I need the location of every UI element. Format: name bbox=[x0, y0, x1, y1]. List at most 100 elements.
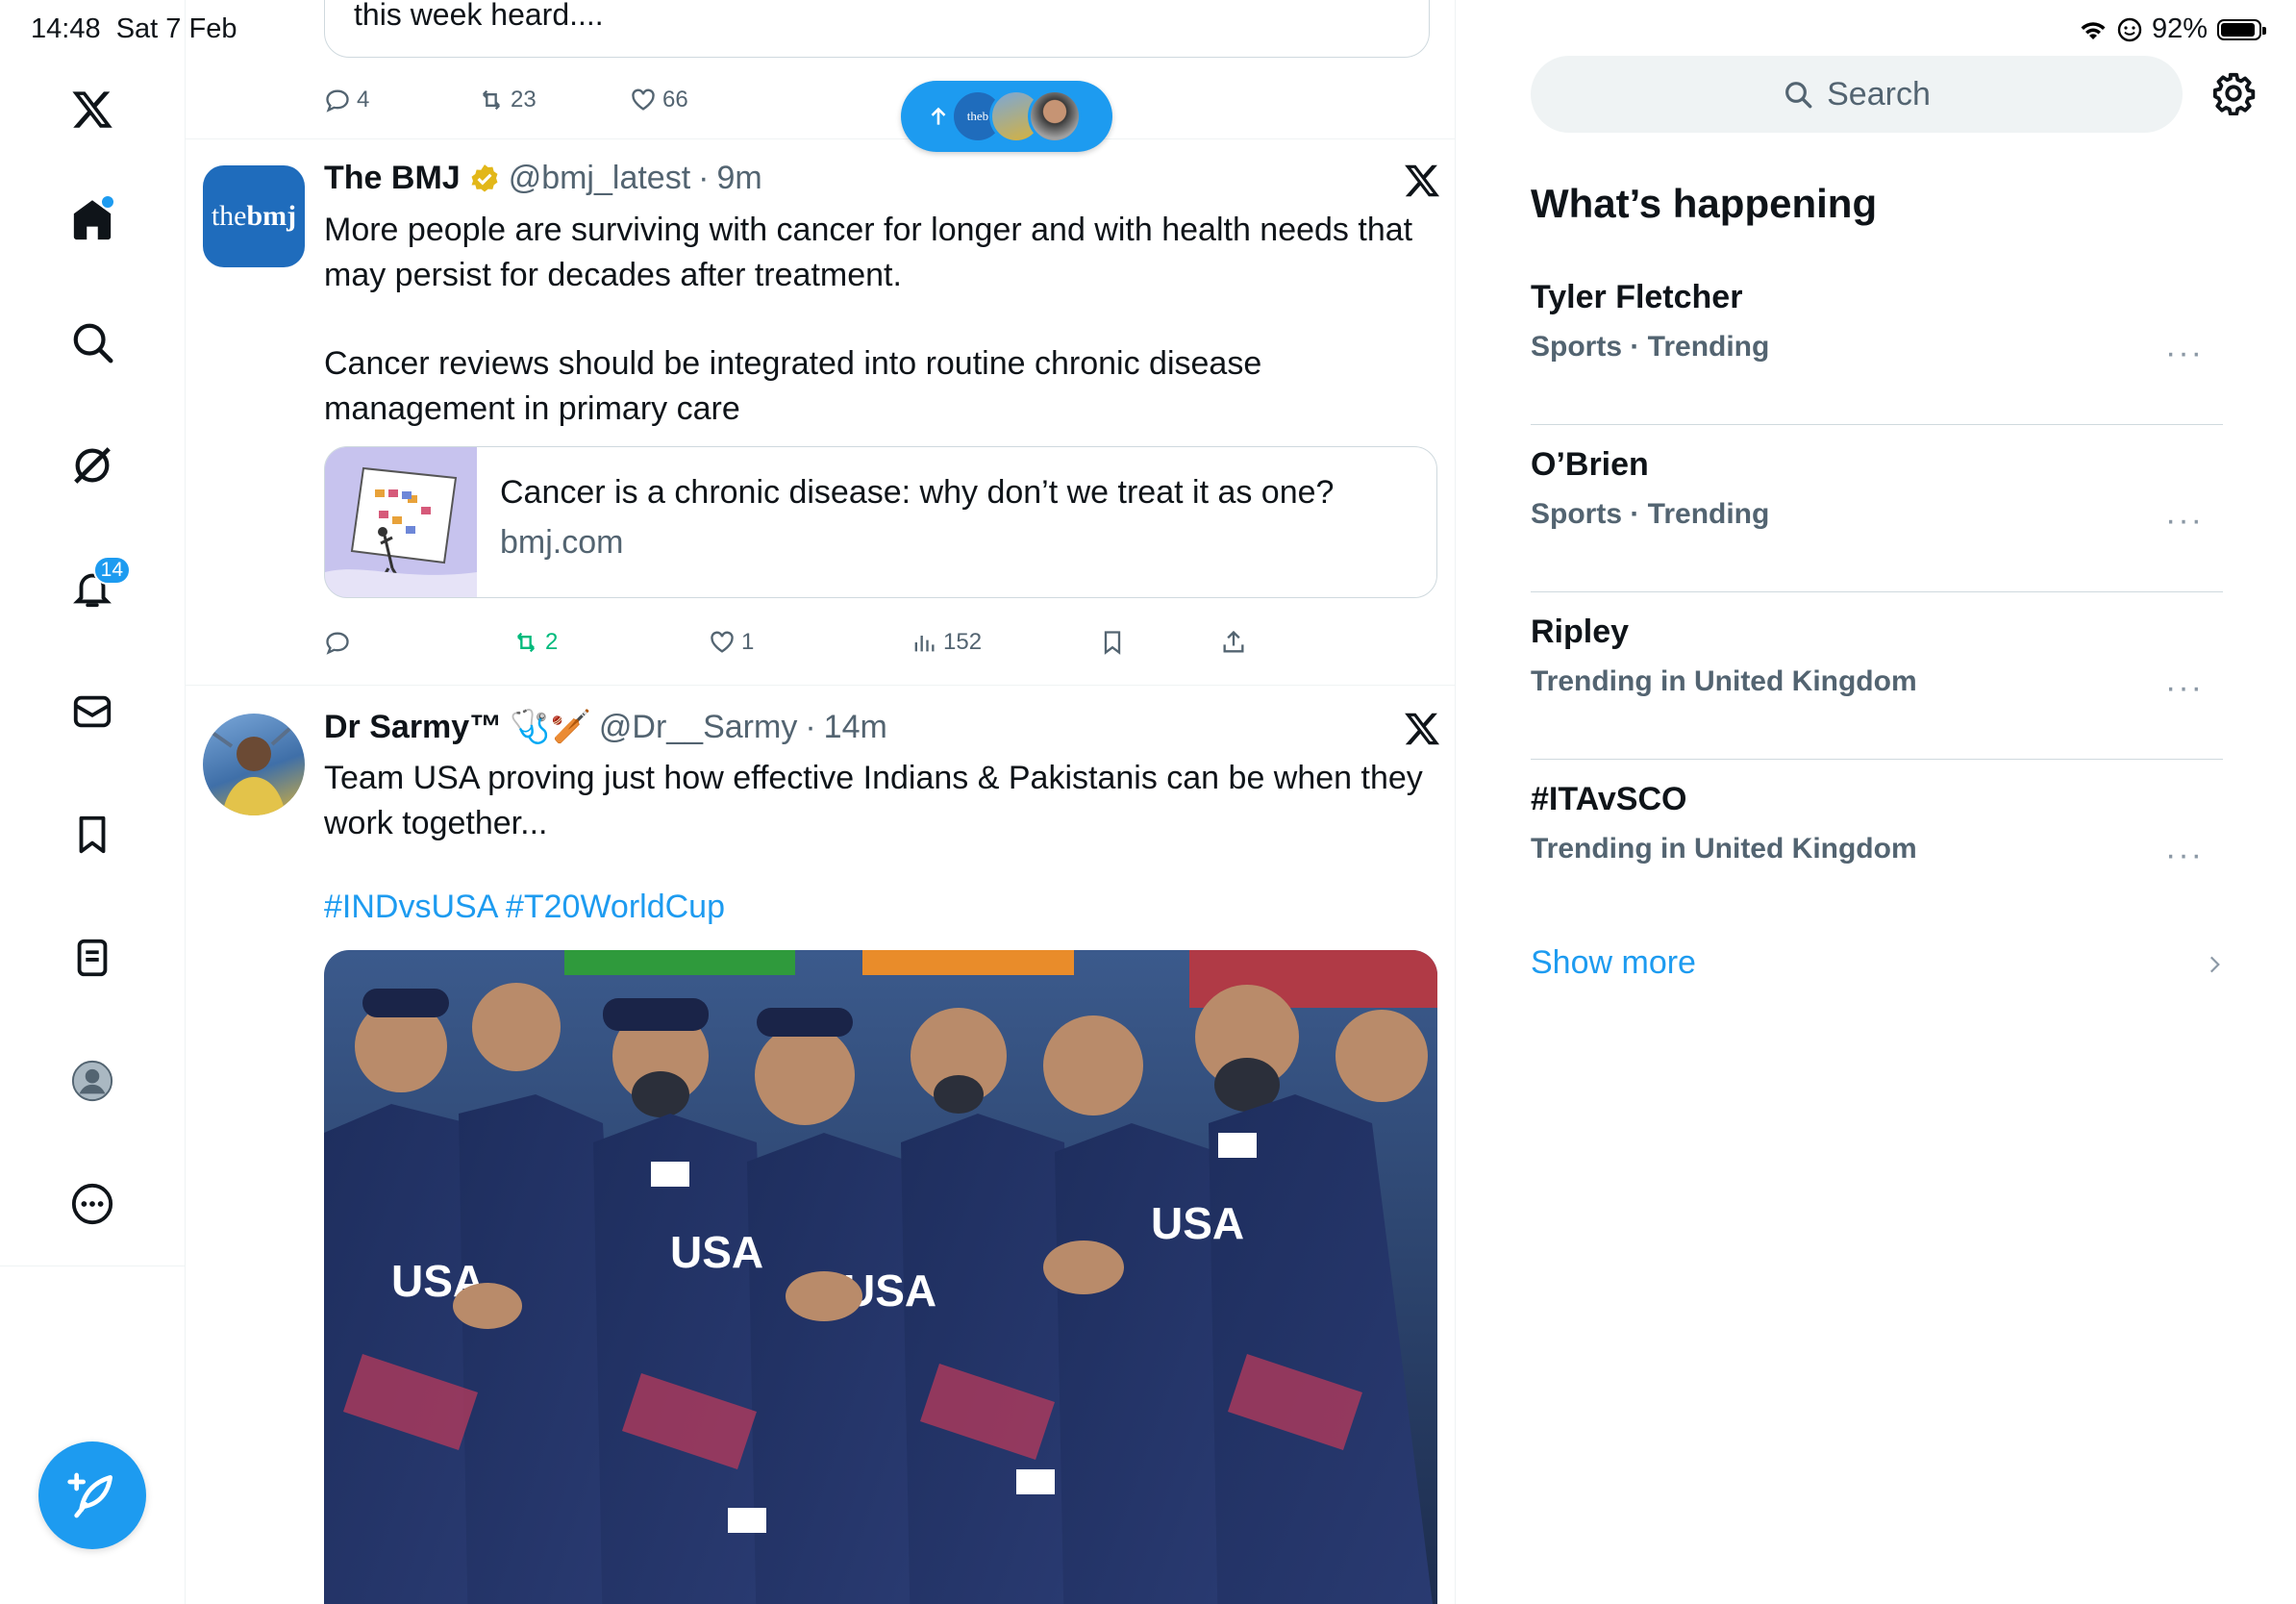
like-button[interactable]: 1 bbox=[709, 629, 754, 656]
trend-item[interactable]: Ripley Trending in United Kingdom ··· bbox=[1531, 592, 2223, 760]
tweet-divider bbox=[186, 138, 1455, 139]
trend-more-icon[interactable]: ··· bbox=[2165, 502, 2204, 539]
link-thumbnail bbox=[325, 447, 477, 597]
focus-smiley-icon bbox=[2117, 17, 2142, 41]
trend-name: Tyler Fletcher bbox=[1531, 279, 1743, 315]
pill-avatar-user bbox=[1028, 89, 1082, 143]
more-options-icon[interactable] bbox=[58, 1169, 127, 1239]
trend-item[interactable]: Tyler Fletcher Sports · Trending ··· bbox=[1531, 258, 2223, 425]
bookmark-button[interactable] bbox=[1099, 629, 1126, 656]
trend-item[interactable]: #ITAvSCO Trending in United Kingdom ··· bbox=[1531, 760, 2223, 904]
link-domain: bmj.com bbox=[500, 524, 624, 561]
views-count: 152 bbox=[943, 629, 983, 655]
battery-percent: 92% bbox=[2151, 13, 2208, 44]
reply-button[interactable] bbox=[324, 629, 357, 656]
dr-sarmy-avatar[interactable] bbox=[203, 714, 305, 815]
tweet-text: More people are surviving with cancer fo… bbox=[324, 208, 1439, 432]
team-photo-illustration: USAUSAUSAUSA bbox=[324, 950, 1437, 1604]
reply-icon bbox=[326, 89, 349, 113]
like-button[interactable]: 66 bbox=[630, 87, 688, 113]
trend-more-icon[interactable]: ··· bbox=[2165, 335, 2204, 372]
bookmark-icon bbox=[1104, 631, 1121, 655]
left-nav: 14 bbox=[0, 0, 186, 1604]
reply-button[interactable]: 4 bbox=[324, 87, 369, 113]
author-name[interactable]: Dr Sarmy™ bbox=[324, 709, 502, 746]
search-icon[interactable] bbox=[58, 308, 127, 377]
tweet-time[interactable]: 9m bbox=[717, 160, 762, 197]
repost-count: 2 bbox=[545, 629, 559, 655]
bmj-avatar[interactable]: the bmj bbox=[203, 165, 305, 267]
trend-item[interactable]: O’Brien Sports · Trending ··· bbox=[1531, 425, 2223, 592]
timeline-feed: this week heard.... 4 23 66 the bmj The B… bbox=[186, 0, 1456, 1604]
calendar-illustration-icon bbox=[325, 447, 477, 597]
chevron-right-icon[interactable] bbox=[2202, 952, 2227, 977]
repost-button[interactable]: 2 bbox=[512, 629, 558, 656]
share-icon bbox=[1223, 630, 1244, 653]
repost-button[interactable]: 23 bbox=[478, 87, 537, 113]
lists-icon[interactable] bbox=[58, 923, 127, 992]
tweet-time[interactable]: 14m bbox=[824, 709, 887, 746]
home-new-dot bbox=[100, 194, 115, 210]
bookmarks-icon[interactable] bbox=[58, 800, 127, 869]
trend-more-icon[interactable]: ··· bbox=[2165, 837, 2204, 874]
views-button[interactable]: 152 bbox=[911, 629, 982, 656]
tweet-header: Dr Sarmy™ 🩺🏏 @Dr__Sarmy · 14m bbox=[324, 708, 887, 746]
compose-button[interactable] bbox=[38, 1441, 146, 1549]
status-indicators: 92% bbox=[2079, 13, 2266, 45]
dot-separator: · bbox=[805, 708, 816, 745]
svg-text:USA: USA bbox=[1151, 1198, 1244, 1248]
tweet-actions: 2 1 152 bbox=[324, 623, 1430, 662]
bmj-avatar-text-light: the bbox=[211, 200, 247, 232]
trend-meta: Trending in United Kingdom bbox=[1531, 665, 1917, 697]
share-button[interactable] bbox=[1220, 629, 1247, 656]
heart-icon bbox=[632, 88, 655, 111]
x-source-icon bbox=[1405, 713, 1440, 745]
reply-icon bbox=[326, 632, 349, 655]
previous-tweet-actions: 4 23 66 bbox=[324, 81, 1430, 119]
like-count: 66 bbox=[662, 87, 688, 113]
notifications-badge: 14 bbox=[92, 556, 131, 585]
trend-more-icon[interactable]: ··· bbox=[2165, 669, 2204, 707]
tweet-paragraph-2: Cancer reviews should be integrated into… bbox=[324, 345, 1262, 427]
x-source-icon bbox=[1405, 164, 1440, 197]
trend-name: O’Brien bbox=[1531, 446, 1649, 483]
tweet-hashtags[interactable]: #INDvsUSA #T20WorldCup bbox=[324, 889, 725, 926]
home-icon[interactable] bbox=[58, 185, 127, 254]
repost-icon bbox=[517, 632, 535, 653]
tweet-media-photo[interactable]: USA USA USA USA bbox=[324, 950, 1437, 1604]
x-logo-icon[interactable] bbox=[58, 75, 127, 144]
reply-count: 4 bbox=[357, 87, 370, 113]
messages-envelope-icon[interactable] bbox=[58, 677, 127, 746]
whats-happening-title: What’s happening bbox=[1531, 181, 1878, 226]
repost-count: 23 bbox=[511, 87, 537, 113]
svg-text:USA: USA bbox=[670, 1227, 763, 1277]
notifications-bell-icon[interactable]: 14 bbox=[58, 554, 131, 623]
heart-icon bbox=[711, 631, 734, 653]
trend-name: #ITAvSCO bbox=[1531, 781, 1687, 817]
previous-tweet-card[interactable]: this week heard.... bbox=[324, 0, 1430, 58]
trend-meta: Sports · Trending bbox=[1531, 498, 1770, 530]
tweet-header: The BMJ @bmj_latest · 9m bbox=[324, 160, 762, 197]
new-posts-pill[interactable]: theb bbox=[901, 81, 1112, 152]
trend-meta: Sports · Trending bbox=[1531, 331, 1770, 363]
search-icon bbox=[1785, 82, 1812, 109]
author-name[interactable]: The BMJ bbox=[324, 160, 461, 197]
author-handle[interactable]: @Dr__Sarmy bbox=[599, 709, 797, 746]
author-handle[interactable]: @bmj_latest bbox=[509, 160, 690, 197]
grok-icon[interactable] bbox=[58, 431, 127, 500]
trend-meta: Trending in United Kingdom bbox=[1531, 833, 1917, 865]
avatar-photo bbox=[211, 727, 291, 815]
link-preview-card[interactable]: Cancer is a chronic disease: why don’t w… bbox=[324, 446, 1437, 598]
bmj-avatar-text-bold: bmj bbox=[246, 200, 297, 232]
battery-fill bbox=[2221, 22, 2255, 37]
arrow-up-icon bbox=[931, 107, 946, 125]
battery-icon bbox=[2217, 18, 2266, 40]
show-more-link[interactable]: Show more bbox=[1531, 944, 1696, 982]
views-chart-icon bbox=[914, 636, 935, 652]
search-bar[interactable]: Search bbox=[1531, 56, 2183, 133]
settings-gear-icon[interactable] bbox=[2211, 71, 2256, 115]
profile-avatar-icon[interactable] bbox=[58, 1046, 127, 1115]
search-placeholder: Search bbox=[1827, 75, 1931, 113]
like-count: 1 bbox=[741, 629, 755, 655]
tweet-divider bbox=[186, 685, 1455, 686]
